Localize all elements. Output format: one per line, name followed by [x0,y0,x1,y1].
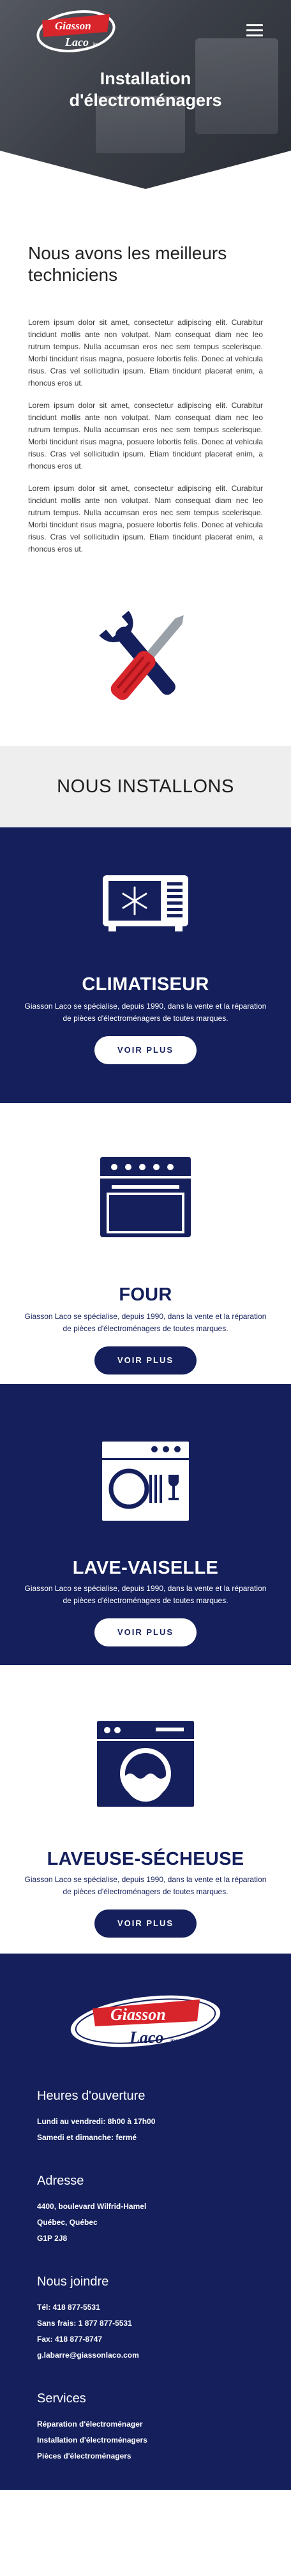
service-card-laveuse-secheuse: LAVEUSE-SÉCHEUSE Giasson Laco se spécial… [0,1665,291,1954]
footer-heading: Nous joindre [37,2275,109,2289]
service-card-climatiseur: CLIMATISEUR Giasson Laco se spécialise, … [0,827,291,1103]
footer-fax: Fax: 418 877-8747 [37,2335,103,2344]
footer-line: 4400, boulevard Wilfrid-Hamel [37,2202,147,2211]
service-description: Giasson Laco se spécialise, depuis 1990,… [24,1002,267,1023]
footer-line: Québec, Québec [37,2218,98,2227]
service-title: CLIMATISEUR [82,974,209,995]
dishwasher-icon [23,1440,268,1522]
intro-paragraph: Lorem ipsum dolor sit amet, consectetur … [28,484,263,554]
hero-title: Installation d'électroménagers [69,69,222,110]
hero-section: Giasson Laco inc Installation d'électrom… [0,0,291,189]
service-description: Giasson Laco se spécialise, depuis 1990,… [24,1584,267,1605]
footer-service-link[interactable]: Installation d'électroménagers [37,2432,254,2448]
service-card-lave-vaiselle: LAVE-VAISELLE Giasson Laco se spécialise… [0,1384,291,1665]
hero-bottom-wedge [0,151,291,189]
intro-paragraph: Lorem ipsum dolor sit amet, consectetur … [28,318,263,388]
svg-text:inc: inc [93,41,100,47]
voir-plus-button[interactable]: VOIR PLUS [94,1618,197,1646]
service-description: Giasson Laco se spécialise, depuis 1990,… [24,1312,267,1333]
giasson-laco-logo: Giasson Laco inc [36,10,116,52]
footer-logo[interactable]: Giasson Laco inc [37,1989,254,2053]
installs-heading: NOUS INSTALLONS [57,776,234,797]
svg-text:Laco: Laco [129,2028,163,2047]
air-conditioner-icon [23,873,268,933]
footer-heading: Services [37,2391,86,2406]
intro-section: Nous avons les meilleurs techniciens Lor… [0,189,291,585]
svg-text:Giasson: Giasson [110,2005,166,2024]
footer-line: G1P 2J8 [37,2234,68,2243]
footer-line: Lundi au vendredi: 8h00 à 17h00 [37,2117,156,2126]
service-title: LAVE-VAISELLE [72,1558,219,1578]
svg-text:Laco: Laco [64,36,89,49]
site-footer: Giasson Laco inc Heures d'ouverture Lund… [0,1954,291,2490]
installs-band: NOUS INSTALLONS [0,746,291,827]
footer-service-link[interactable]: Réparation d'électroménager [37,2416,254,2432]
service-card-four: FOUR Giasson Laco se spécialise, depuis … [0,1103,291,1384]
hamburger-menu-icon[interactable] [246,24,263,37]
voir-plus-button[interactable]: VOIR PLUS [94,1346,197,1375]
footer-phone-link[interactable]: Tél: 418 877-5531 [37,2300,254,2316]
footer-email-link[interactable]: g.labarre@giassonlaco.com [37,2347,254,2363]
voir-plus-button[interactable]: VOIR PLUS [94,1909,197,1938]
footer-services: Services Réparation d'électroménager Ins… [37,2391,254,2464]
footer-contact: Nous joindre Tél: 418 877-5531 Sans frai… [37,2275,254,2363]
voir-plus-button[interactable]: VOIR PLUS [94,1036,197,1064]
footer-heading: Heures d'ouverture [37,2089,146,2103]
svg-text:inc: inc [170,2038,179,2045]
site-logo[interactable]: Giasson Laco inc [36,6,116,56]
svg-text:Giasson: Giasson [55,20,91,32]
footer-hours: Heures d'ouverture Lundi au vendredi: 8h… [37,2089,254,2146]
service-title: FOUR [119,1284,172,1305]
screwdriver-wrench-icon [99,610,184,700]
footer-address: Adresse 4400, boulevard Wilfrid-Hamel Qu… [37,2174,254,2247]
service-description: Giasson Laco se spécialise, depuis 1990,… [24,1875,267,1896]
intro-paragraph: Lorem ipsum dolor sit amet, consectetur … [28,401,263,471]
footer-service-link[interactable]: Pièces d'électroménagers [37,2448,254,2464]
service-title: LAVEUSE-SÉCHEUSE [47,1849,244,1869]
giasson-laco-logo: Giasson Laco inc [70,1995,221,2047]
footer-heading: Adresse [37,2174,84,2188]
washing-machine-icon [23,1720,268,1808]
intro-heading: Nous avons les meilleurs techniciens [28,243,227,285]
tools-illustration [0,585,291,746]
footer-line: Samedi et dimanche: fermé [37,2133,137,2142]
oven-icon [23,1154,268,1240]
footer-tollfree-link[interactable]: Sans frais: 1 877 877-5531 [37,2316,254,2331]
